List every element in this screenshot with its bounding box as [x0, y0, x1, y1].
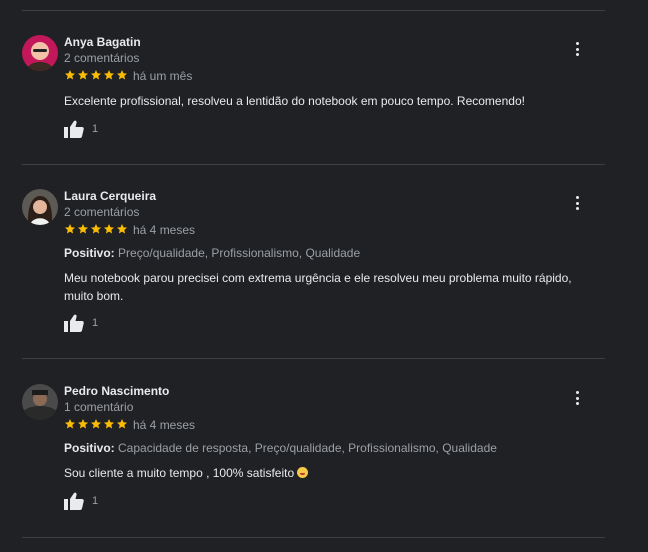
star-rating — [64, 69, 128, 81]
reviewer-comment-count: 1 comentário — [64, 400, 134, 414]
reviewer-name[interactable]: Anya Bagatin — [64, 35, 141, 49]
divider — [22, 358, 605, 359]
divider — [22, 10, 605, 11]
star-icon — [104, 70, 114, 80]
review-card: Laura Cerqueira 2 comentários há 4 meses… — [22, 189, 605, 339]
review-time: há 4 meses — [133, 223, 196, 237]
review-time: há 4 meses — [133, 418, 196, 432]
star-icon — [78, 70, 88, 80]
avatar[interactable] — [22, 35, 58, 71]
like-button[interactable]: 1 — [64, 314, 98, 332]
star-icon — [117, 419, 127, 429]
review-card: Pedro Nascimento 1 comentário há 4 meses… — [22, 384, 605, 524]
thumbs-up-icon — [64, 314, 84, 332]
reviewer-name[interactable]: Laura Cerqueira — [64, 189, 156, 203]
reviewer-name[interactable]: Pedro Nascimento — [64, 384, 169, 398]
positive-attributes: Positivo: Preço/qualidade, Profissionali… — [64, 246, 360, 260]
star-rating — [64, 223, 128, 235]
more-options-icon[interactable] — [571, 41, 583, 57]
review-text-content: Sou cliente a muito tempo , 100% satisfe… — [64, 466, 295, 480]
review-text: Sou cliente a muito tempo , 100% satisfe… — [64, 464, 604, 482]
star-icon — [91, 419, 101, 429]
avatar[interactable] — [22, 189, 58, 225]
like-count: 1 — [92, 317, 99, 329]
star-icon — [117, 70, 127, 80]
star-icon — [117, 224, 127, 234]
like-count: 1 — [92, 123, 99, 135]
positive-attributes: Positivo: Capacidade de resposta, Preço/… — [64, 441, 497, 455]
star-icon — [65, 224, 75, 234]
star-icon — [65, 419, 75, 429]
star-icon — [104, 224, 114, 234]
avatar[interactable] — [22, 384, 58, 420]
star-rating — [64, 418, 128, 430]
thumbs-up-icon — [64, 120, 84, 138]
star-icon — [104, 419, 114, 429]
divider — [22, 164, 605, 165]
positive-label: Positivo: — [64, 441, 115, 455]
star-icon — [78, 224, 88, 234]
thumbs-up-icon — [64, 492, 84, 510]
more-options-icon[interactable] — [571, 195, 583, 211]
positive-values: Preço/qualidade, Profissionalismo, Quali… — [118, 246, 361, 260]
more-options-icon[interactable] — [571, 390, 583, 406]
star-icon — [91, 224, 101, 234]
like-button[interactable]: 1 — [64, 120, 98, 138]
divider — [22, 537, 605, 538]
like-button[interactable]: 1 — [64, 492, 98, 510]
review-text: Excelente profissional, resolveu a lenti… — [64, 94, 525, 108]
positive-values: Capacidade de resposta, Preço/qualidade,… — [118, 441, 497, 455]
star-icon — [91, 70, 101, 80]
star-icon — [65, 70, 75, 80]
review-card: Anya Bagatin 2 comentários há um mês Exc… — [22, 35, 605, 145]
star-icon — [78, 419, 88, 429]
review-text: Meu notebook parou precisei com extrema … — [64, 271, 572, 303]
review-time: há um mês — [133, 69, 193, 83]
like-count: 1 — [92, 495, 99, 507]
positive-label: Positivo: — [64, 246, 115, 260]
reviewer-comment-count: 2 comentários — [64, 205, 140, 219]
reviewer-comment-count: 2 comentários — [64, 51, 140, 65]
smiley-emoji-icon — [297, 467, 309, 478]
